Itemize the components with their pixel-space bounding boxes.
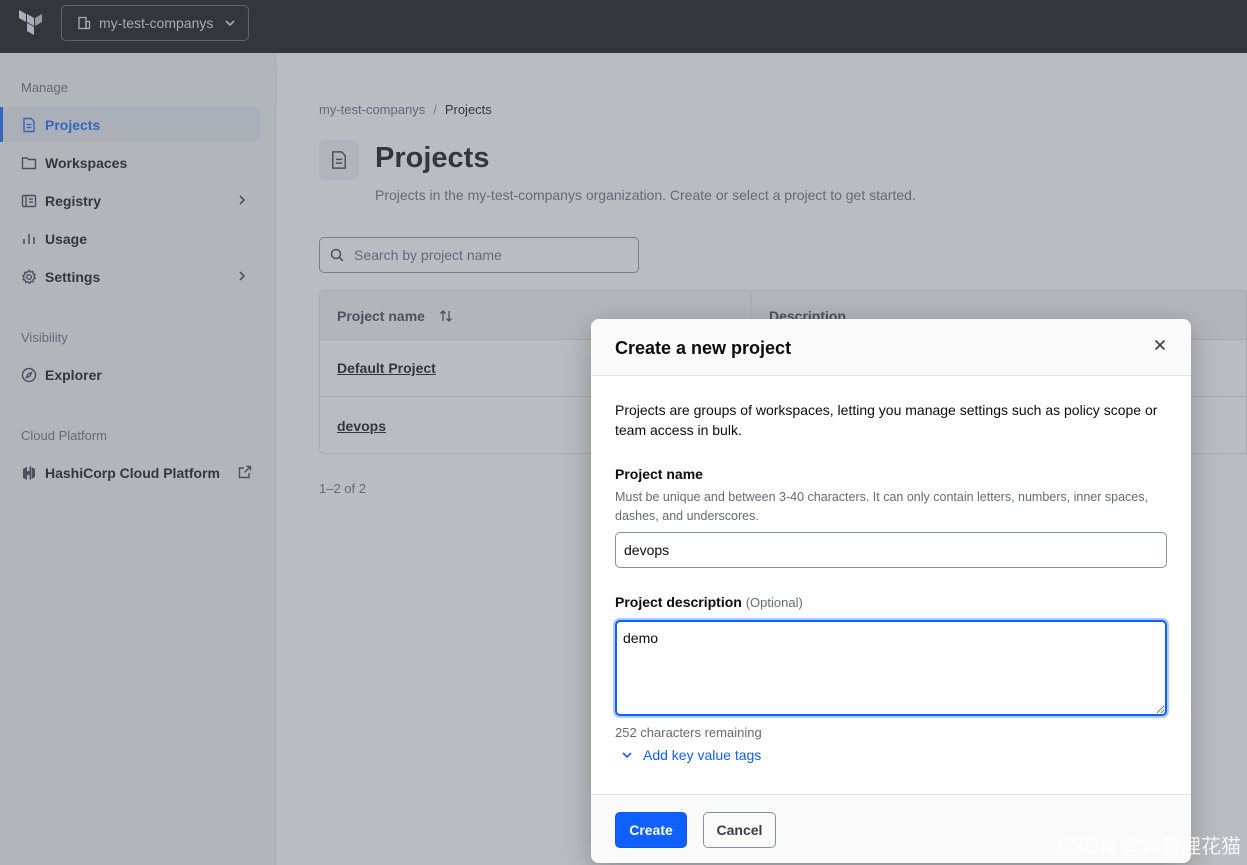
create-project-dialog: Create a new project Projects are groups… <box>591 319 1191 863</box>
project-description-label: Project description (Optional) <box>615 594 803 610</box>
add-tags-label: Add key value tags <box>643 747 762 763</box>
project-name-label: Project name <box>615 466 703 482</box>
create-button[interactable]: Create <box>615 812 687 848</box>
close-icon <box>1154 339 1166 351</box>
project-description-label-text: Project description <box>615 594 742 610</box>
dialog-title: Create a new project <box>615 338 792 358</box>
watermark: CSDN @炸裂狸花猫 <box>1057 834 1241 858</box>
project-name-field[interactable] <box>615 532 1167 568</box>
dialog-intro: Projects are groups of workspaces, letti… <box>615 402 1158 438</box>
add-key-value-tags-toggle[interactable]: Add key value tags <box>621 747 761 763</box>
optional-tag: (Optional) <box>745 595 803 610</box>
cancel-button[interactable]: Cancel <box>703 812 776 848</box>
project-description-field[interactable]: demo <box>615 620 1167 716</box>
character-count: 252 characters remaining <box>615 725 762 740</box>
chevron-down-icon <box>622 752 632 759</box>
project-name-help: Must be unique and between 3-40 characte… <box>615 490 1148 523</box>
close-button[interactable] <box>1151 336 1169 354</box>
dialog-header: Create a new project <box>591 319 1191 376</box>
